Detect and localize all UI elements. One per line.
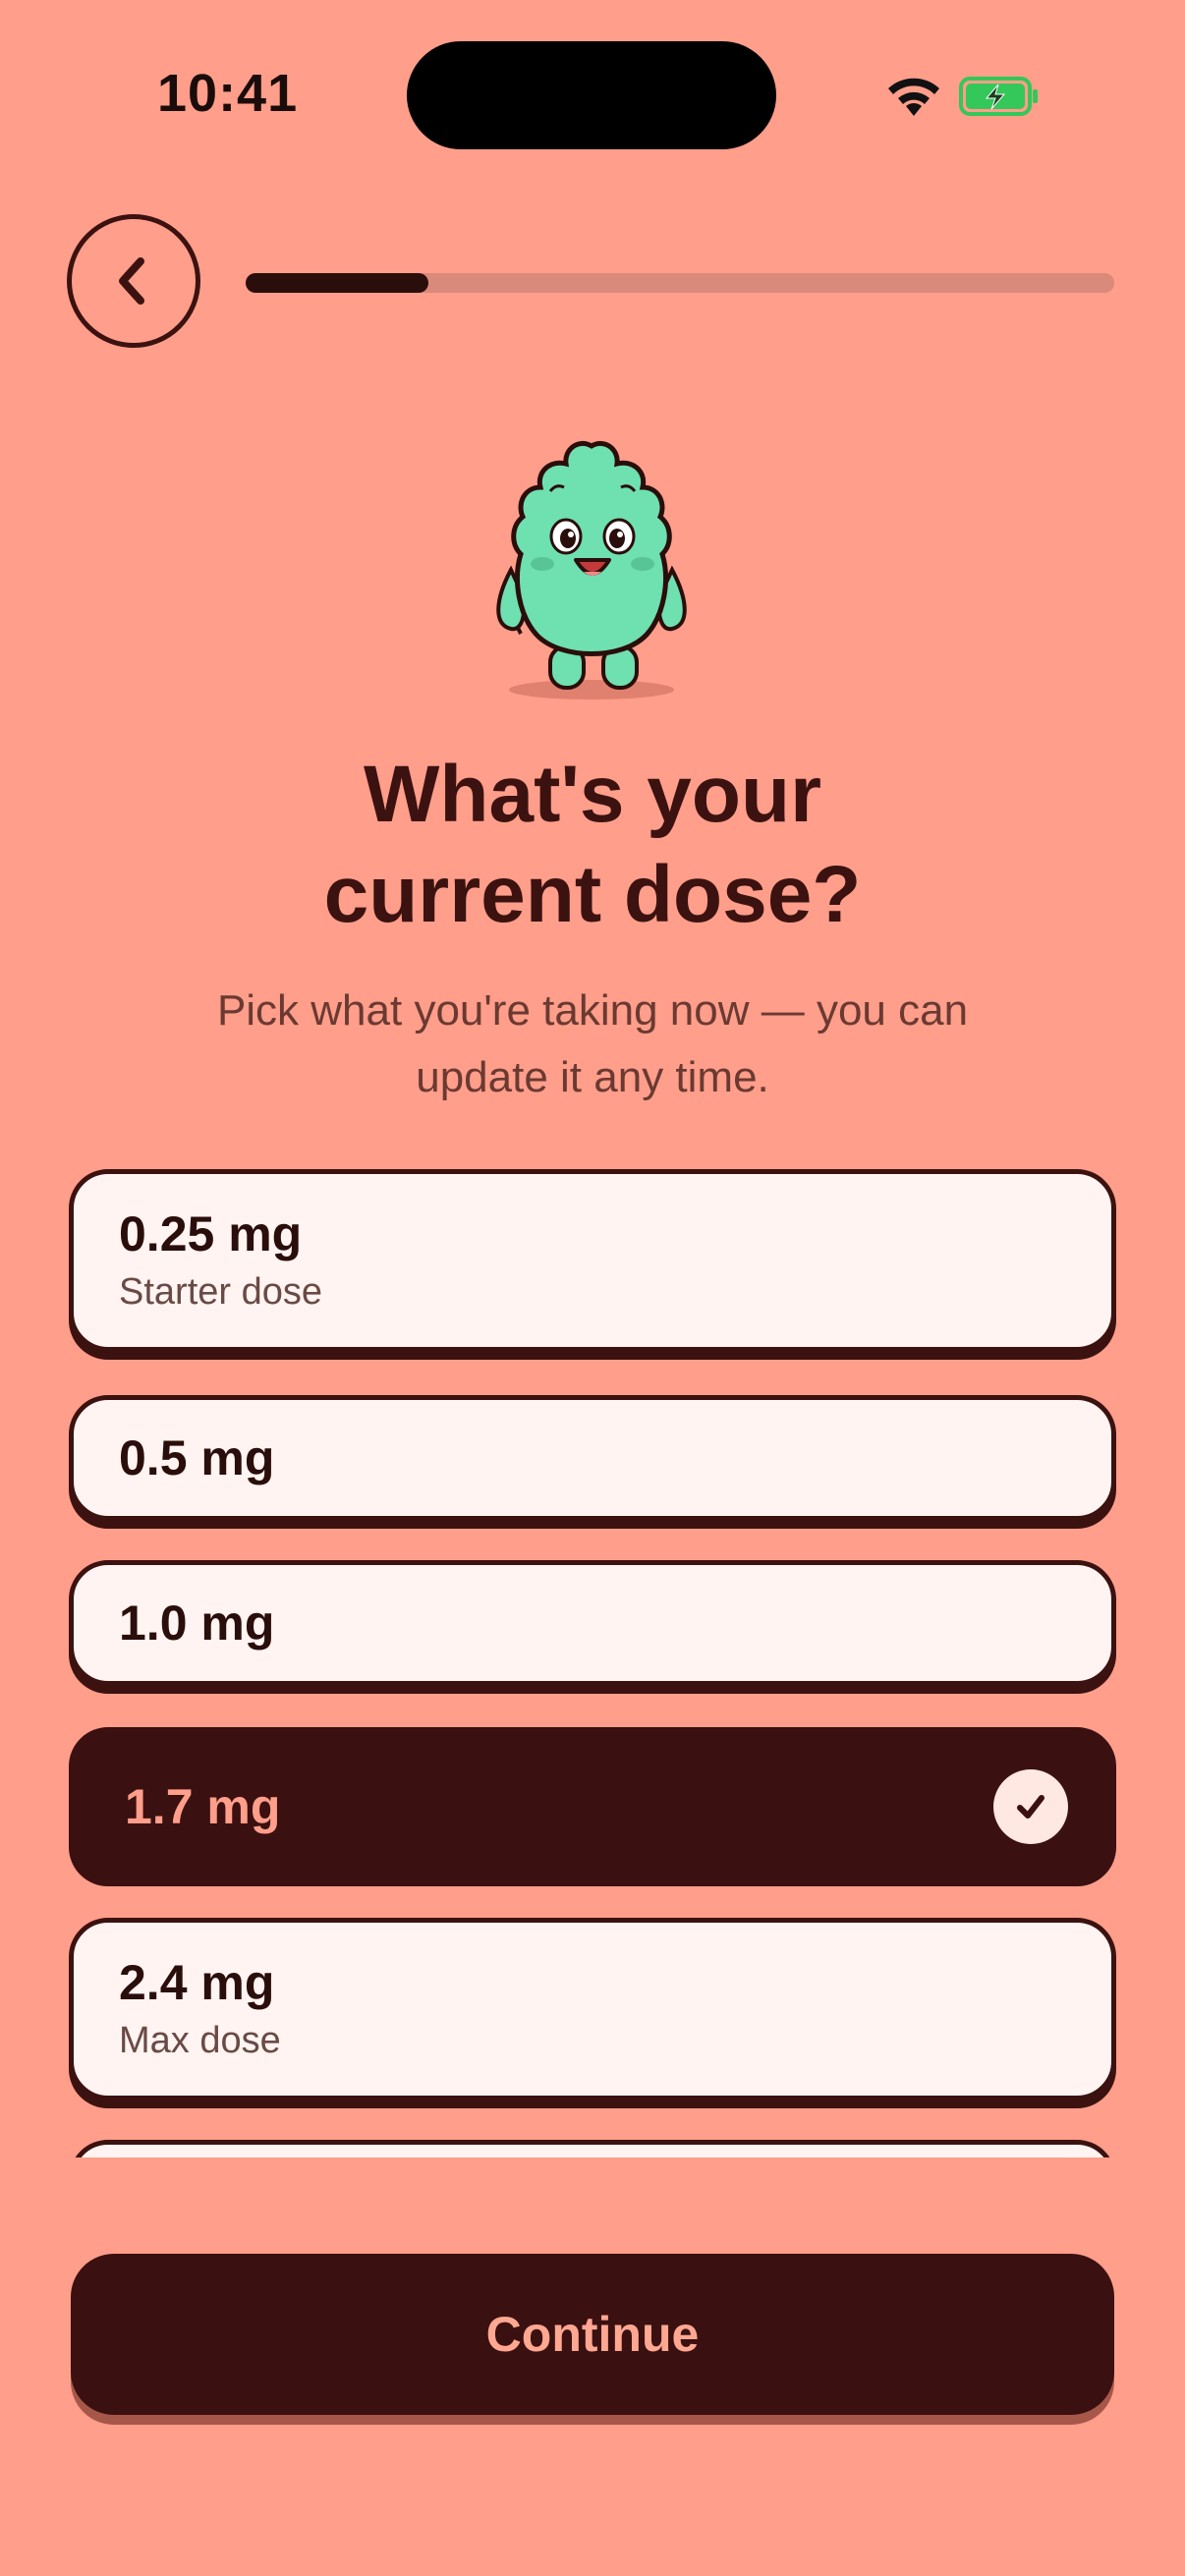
- subtitle-line-1: Pick what you're taking now — you can: [216, 986, 969, 1035]
- dose-option-1-0mg[interactable]: 1.0 mg: [69, 1560, 1116, 1686]
- title-line-1: What's your: [364, 750, 821, 839]
- back-button[interactable]: [67, 214, 200, 348]
- dose-option-label: 0.25 mg: [119, 1206, 303, 1261]
- chevron-left-icon: [119, 257, 144, 305]
- dose-option-1-7mg[interactable]: 1.7 mg: [69, 1727, 1116, 1886]
- check-glyph: [1017, 1795, 1044, 1819]
- dynamic-island: [407, 41, 776, 149]
- title-line-2: current dose?: [323, 850, 862, 939]
- dose-option-label: 2.4 mg: [119, 1955, 275, 2010]
- status-time: 10:41: [157, 64, 299, 123]
- dose-option-caption: Starter dose: [119, 1271, 322, 1313]
- dose-option-label: 0.5 mg: [119, 1430, 275, 1485]
- dose-option-caption: Max dose: [119, 2020, 281, 2061]
- battery-charging-icon: [959, 77, 1038, 116]
- mascot-monster-illustration: [496, 440, 687, 700]
- dose-option-0-25mg[interactable]: 0.25 mg Starter dose: [69, 1169, 1116, 1352]
- page-subtitle: Pick what you're taking now — you can up…: [157, 978, 1028, 1111]
- continue-button[interactable]: Continue: [71, 2254, 1114, 2415]
- dose-option-0-5mg[interactable]: 0.5 mg: [69, 1395, 1116, 1521]
- status-bar: 10:41: [0, 0, 1185, 187]
- checkmark-icon: [993, 1769, 1068, 1844]
- dose-option-label: 1.7 mg: [125, 1779, 281, 1834]
- dose-option-more[interactable]: [69, 2140, 1116, 2157]
- page-title: What's your current dose?: [0, 745, 1185, 945]
- dose-options-list[interactable]: 0.25 mg Starter dose 0.5 mg 1.0 mg 1.7 m…: [69, 1169, 1116, 2157]
- subtitle-line-2: update it any time.: [416, 1053, 769, 1101]
- wifi-icon: [888, 78, 939, 116]
- dose-option-label: 1.0 mg: [119, 1596, 275, 1651]
- dose-option-2-4mg[interactable]: 2.4 mg Max dose: [69, 1918, 1116, 2100]
- onboarding-progress-bar: [246, 273, 1114, 293]
- progress-fill: [246, 273, 428, 293]
